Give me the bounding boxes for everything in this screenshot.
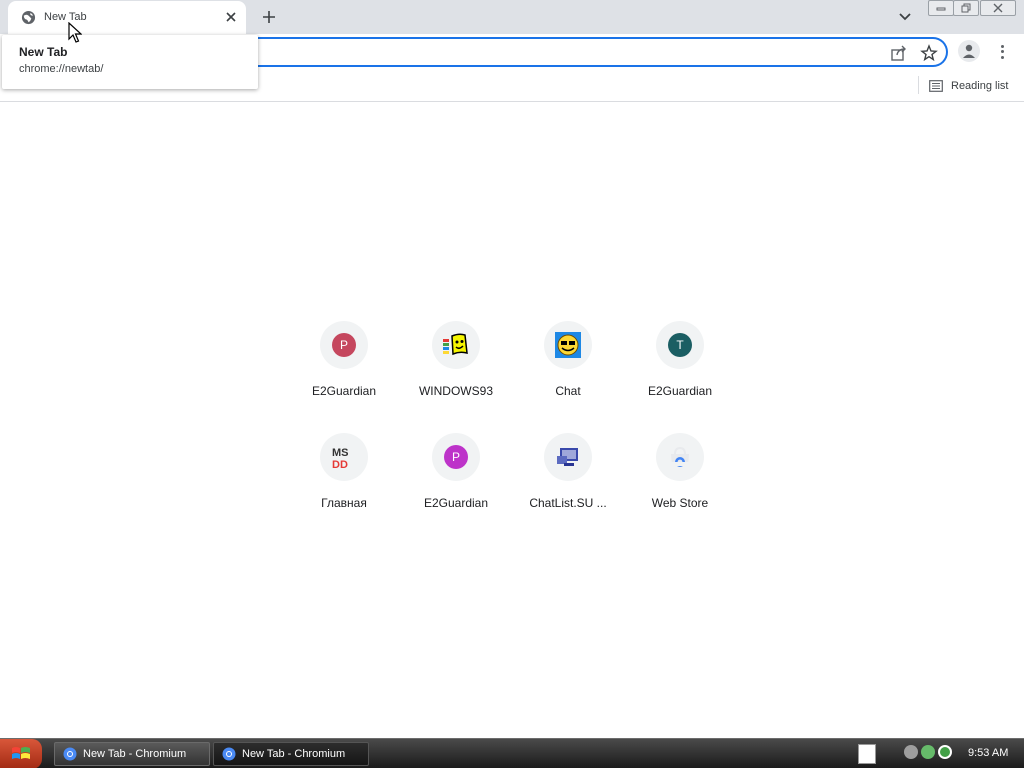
shortcut-label: WINDOWS93 [418, 384, 493, 398]
shortcut-tile[interactable]: P E2Guardian [400, 433, 512, 533]
dot [1000, 50, 1004, 54]
shortcut-icon-container: P [320, 321, 368, 369]
taskbar-item[interactable]: New Tab - Chromium [54, 742, 210, 766]
shortcut-icon-container: P [432, 433, 480, 481]
screen: New Tab Reading list New Tab chrome://ne… [0, 0, 1024, 768]
utorrent-icon[interactable] [938, 745, 952, 759]
taskbar-item-label: New Tab - Chromium [242, 748, 346, 760]
windows-logo-icon [12, 747, 30, 759]
web-store-icon [671, 446, 689, 467]
shortcut-label: E2Guardian [423, 496, 489, 510]
person-icon [963, 44, 975, 58]
shortcut-letter: P [451, 450, 460, 464]
keyboard-icon[interactable] [858, 744, 876, 764]
windows93-icon [443, 333, 468, 356]
dot [1000, 45, 1004, 49]
mouse-cursor-icon [68, 22, 82, 43]
chromium-icon [222, 747, 236, 761]
shortcut-letter: P [339, 338, 348, 352]
shortcut-tile[interactable]: Chat [512, 321, 624, 421]
close-icon [226, 12, 236, 22]
tab-hover-card: New Tab chrome://newtab/ [2, 35, 258, 89]
taskbar: New Tab - Chromium New Tab - Chromium 9:… [0, 738, 1024, 768]
reading-list-label: Reading list [951, 80, 1009, 92]
hover-card-title: New Tab [19, 45, 68, 59]
address-bar[interactable] [240, 37, 948, 67]
svg-text:DD: DD [332, 459, 348, 470]
taskbar-item[interactable]: New Tab - Chromium [213, 742, 369, 766]
chat-smiley-icon [555, 332, 581, 358]
new-tab-button[interactable] [258, 6, 280, 28]
minimize-button[interactable] [928, 0, 954, 16]
shortcut-tile[interactable]: P E2Guardian [288, 321, 400, 421]
shortcut-icon-container [544, 321, 592, 369]
shortcut-tile[interactable]: ChatList.SU ... [512, 433, 624, 533]
start-button[interactable] [0, 739, 42, 768]
clock[interactable]: 9:53 AM [968, 747, 1008, 759]
shortcut-label: ChatList.SU ... [529, 496, 607, 510]
svg-text:MS: MS [332, 447, 349, 459]
close-icon [993, 3, 1003, 13]
chatlist-icon [557, 448, 578, 466]
shortcut-icon-container [656, 433, 704, 481]
shortcut-label: Главная [321, 496, 367, 510]
bookmark-star-icon[interactable] [920, 44, 938, 62]
menu-button[interactable] [994, 42, 1010, 62]
shortcut-tile[interactable]: MS DD Главная [288, 433, 400, 533]
plus-icon [263, 11, 275, 23]
shortcut-icon-container: T [656, 321, 704, 369]
shortcut-icon-container [432, 321, 480, 369]
share-icon[interactable] [890, 44, 908, 62]
letter-p-icon: P [444, 445, 468, 469]
system-tray [904, 745, 952, 759]
shortcut-tile[interactable]: WINDOWS93 [400, 321, 512, 421]
tray-app-icon[interactable] [921, 745, 935, 759]
shortcut-icon-container: MS DD [320, 433, 368, 481]
window-close-button[interactable] [980, 0, 1016, 16]
restore-icon [961, 3, 971, 13]
dot [1000, 55, 1004, 59]
msdd-icon: MS DD [332, 447, 349, 470]
letter-t-icon: T [668, 333, 692, 357]
tab-close-button[interactable] [222, 8, 240, 26]
tab-new-tab[interactable]: New Tab [8, 1, 246, 34]
reading-list-icon [929, 80, 943, 92]
network-icon[interactable] [904, 745, 918, 759]
shortcut-label: Chat [555, 384, 581, 398]
shortcut-tile[interactable]: Web Store [624, 433, 736, 533]
shortcut-letter: T [676, 338, 684, 352]
chevron-down-icon [899, 13, 911, 21]
globe-icon [21, 10, 36, 25]
hover-card-url: chrome://newtab/ [19, 63, 104, 75]
divider [918, 76, 919, 94]
letter-p-icon: P [332, 333, 356, 357]
shortcut-icon-container [544, 433, 592, 481]
tab-search-button[interactable] [896, 8, 914, 26]
taskbar-item-label: New Tab - Chromium [83, 748, 187, 760]
profile-avatar-button[interactable] [958, 40, 980, 62]
restore-button[interactable] [953, 0, 979, 16]
chromium-icon [63, 747, 77, 761]
shortcut-tile[interactable]: T E2Guardian [624, 321, 736, 421]
tab-strip: New Tab [0, 0, 1024, 34]
reading-list-button[interactable]: Reading list [929, 76, 1008, 96]
shortcut-label: E2Guardian [311, 384, 377, 398]
minimize-icon [936, 7, 946, 11]
shortcut-label: Web Store [651, 496, 709, 510]
shortcut-label: E2Guardian [647, 384, 713, 398]
